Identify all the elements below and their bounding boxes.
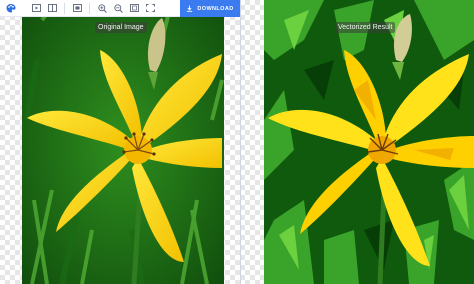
toolbar-separator: [89, 2, 90, 14]
toolbar: DOWNLOAD: [0, 0, 240, 17]
actual-size-icon[interactable]: [142, 0, 158, 17]
palette-icon[interactable]: [0, 0, 22, 17]
rect-view-icon[interactable]: [28, 0, 44, 17]
vectorized-image-panel[interactable]: [264, 0, 474, 284]
original-image-panel[interactable]: [22, 0, 224, 284]
download-label: DOWNLOAD: [197, 5, 234, 12]
single-view-icon[interactable]: [69, 0, 85, 17]
download-icon: [187, 5, 193, 12]
toolbar-separator: [64, 2, 65, 14]
zoom-in-icon[interactable]: [94, 0, 110, 17]
download-button[interactable]: DOWNLOAD: [180, 0, 240, 17]
original-image-label: Original Image: [95, 22, 147, 33]
vectorized-image: [264, 0, 474, 284]
split-view-icon[interactable]: [44, 0, 60, 17]
vectorized-result-label: Vectorized Result: [335, 22, 396, 33]
fit-screen-icon[interactable]: [126, 0, 142, 17]
original-image: [22, 0, 224, 284]
zoom-out-icon[interactable]: [110, 0, 126, 17]
compare-divider[interactable]: [240, 0, 241, 284]
